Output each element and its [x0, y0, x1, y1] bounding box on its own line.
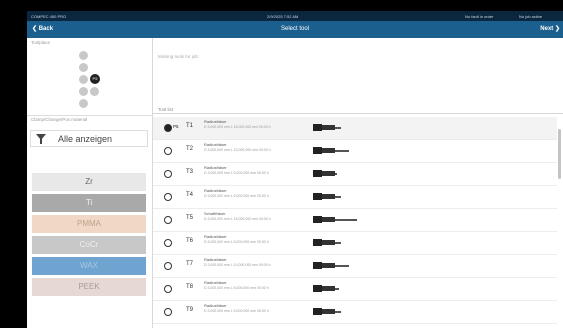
tool-description: D 3,000,000 mm L 15,000,000 mm 00:00 h [204, 217, 271, 221]
tool-description: D 3,000,000 mm L 5,000,000 mm 00:00 h [204, 309, 269, 313]
next-button[interactable]: Next ❯ [540, 25, 560, 32]
tool-row[interactable]: T2 Radiusfräser D 3,000,000 mm L 10,000,00… [153, 140, 557, 163]
tool-row[interactable]: T7 Radiusfräser D 3,000,000 mm L 10,000,00… [153, 255, 557, 278]
material-item-wax[interactable]: WAX [32, 257, 146, 275]
datetime: 2/9/2025 7:52 AM [267, 14, 299, 19]
tool-list: P5 T1 Radiusfräser D 3,000,000 mm L 15,000,… [153, 117, 563, 328]
tool-row[interactable]: T9 Radiusfräser D 3,000,000 mm L 5,000,000… [153, 301, 557, 324]
tool-list-label: Tool list [158, 107, 174, 112]
tool-position: P5 [173, 124, 179, 129]
tool-id: T4 [186, 192, 194, 198]
tool-id: T3 [186, 169, 194, 175]
tool-status: No fault in order [465, 14, 494, 19]
tool-radio[interactable] [164, 239, 172, 247]
tool-name: Radiusfräser [204, 165, 227, 170]
tool-row[interactable]: T3 Radiusfräser D 3,000,000 mm L 5,000,000… [153, 163, 557, 186]
tool-radio[interactable] [164, 308, 172, 316]
tool-row[interactable]: T4 Radiusfräser D 3,000,000 mm L 5,000,000… [153, 186, 557, 209]
toolplace-slot[interactable] [90, 87, 99, 96]
filter-icon [36, 134, 46, 144]
tool-name: Radiusfräser [204, 303, 227, 308]
tool-name: Schaftfräser [204, 211, 226, 216]
tool-description: D 3,000,000 mm L 5,000,000 mm 00:00 h [204, 240, 269, 244]
toolplace-slot-selected[interactable]: P5 [90, 74, 100, 84]
material-item-cocr[interactable]: CoCr [32, 236, 146, 254]
divider [27, 115, 152, 116]
material-item-pmma[interactable]: PMMA [32, 215, 146, 233]
toolplace-slot[interactable] [79, 51, 88, 60]
tool-name: Radiusfräser [204, 119, 227, 124]
tool-id: T2 [186, 146, 194, 152]
filter-label: Alle anzeigen [58, 134, 113, 144]
tool-row[interactable]: T8 Radiusfräser D 3,000,000 mm L 5,000,000… [153, 278, 557, 301]
app-name: COMPEC 450 PRO [31, 14, 67, 19]
tool-radio[interactable] [164, 262, 172, 270]
tool-id: T1 [186, 123, 194, 129]
tool-radio[interactable] [164, 147, 172, 155]
tool-description: D 3,000,000 mm L 10,000,000 mm 00:00 h [204, 263, 271, 267]
tool-name: Radiusfräser [204, 280, 227, 285]
missing-tools-panel: Missing tools for job: [153, 38, 563, 114]
chevron-right-icon: ❯ [554, 26, 560, 32]
tool-name: Radiusfräser [204, 257, 227, 262]
tool-description: D 3,000,000 mm L 5,000,000 mm 00:00 h [204, 286, 269, 290]
toolplace-slot[interactable] [79, 87, 88, 96]
tool-row[interactable]: P5 T1 Radiusfräser D 3,000,000 mm L 15,000,… [153, 117, 557, 140]
tool-name: Radiusfräser [204, 188, 227, 193]
tool-id: T9 [186, 307, 194, 313]
filter-button[interactable]: Alle anzeigen [30, 130, 148, 147]
tool-description: D 3,000,000 mm L 15,000,000 mm 00:00 h [204, 125, 271, 129]
missing-tools-label: Missing tools for job: [158, 54, 200, 59]
toolplace-label: Toolplace [31, 40, 51, 45]
tool-id: T5 [186, 215, 194, 221]
tool-radio[interactable] [164, 170, 172, 178]
tool-name: Radiusfräser [204, 234, 227, 239]
tool-radio[interactable] [164, 124, 172, 132]
left-panel: Toolplace P5 Clamp/Change/Pos material A… [27, 38, 153, 328]
status-bar: COMPEC 450 PRO 2/9/2025 7:52 AM No fault… [27, 11, 563, 21]
tool-description: D 3,000,000 mm L 5,000,000 mm 00:00 h [204, 171, 269, 175]
tool-row[interactable]: T6 Radiusfräser D 3,000,000 mm L 5,000,000… [153, 232, 557, 255]
tool-id: T7 [186, 261, 194, 267]
material-item-zr[interactable]: Zr [32, 173, 146, 191]
tool-row[interactable]: T5 Schaftfräser D 3,000,000 mm L 15,000,00… [153, 209, 557, 232]
material-item-ti[interactable]: Ti [32, 194, 146, 212]
toolplace-slot[interactable] [79, 99, 88, 108]
tool-radio[interactable] [164, 285, 172, 293]
material-item-peek[interactable]: PEEK [32, 278, 146, 296]
next-label: Next [540, 26, 554, 32]
tool-description: D 3,000,000 mm L 5,000,000 mm 00:00 h [204, 194, 269, 198]
material-label: Clamp/Change/Pos material [31, 117, 88, 122]
tool-radio[interactable] [164, 216, 172, 224]
tool-radio[interactable] [164, 193, 172, 201]
tool-id: T6 [186, 238, 194, 244]
page-title: Select tool [280, 26, 310, 32]
toolplace-slot[interactable] [79, 75, 88, 84]
tool-id: T8 [186, 284, 194, 290]
toolplace-slot[interactable] [79, 63, 88, 72]
job-status: No job active [519, 14, 543, 19]
tool-name: Radiusfräser [204, 142, 227, 147]
tool-description: D 3,000,000 mm L 10,000,000 mm 00:00 h [204, 148, 271, 152]
nav-bar: ❮ Back Select tool Next ❯ [27, 21, 563, 38]
scrollbar[interactable] [558, 129, 561, 179]
app-screen: COMPEC 450 PRO 2/9/2025 7:52 AM No fault… [27, 11, 563, 328]
